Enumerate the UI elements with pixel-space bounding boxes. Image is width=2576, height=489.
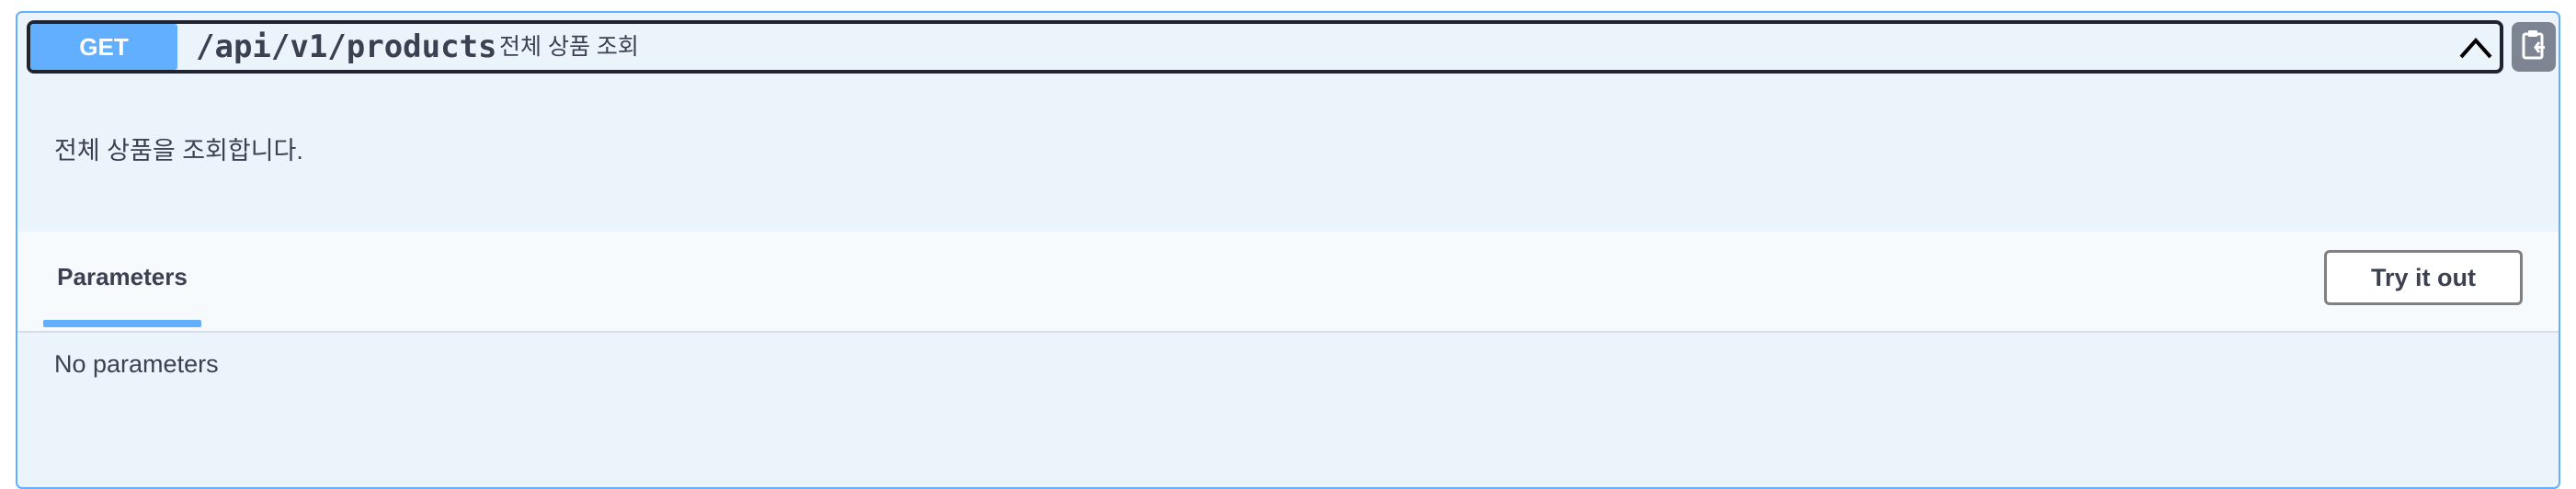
http-method-badge: GET bbox=[30, 24, 177, 70]
endpoint-description: 전체 상품을 조회합니다. bbox=[54, 137, 303, 165]
endpoint-summary: 전체 상품 조회 bbox=[499, 34, 639, 60]
tab-parameters[interactable]: Parameters bbox=[43, 232, 201, 322]
endpoint-path: /api/v1/products bbox=[196, 28, 497, 65]
chevron-up-icon[interactable] bbox=[2459, 33, 2492, 61]
copy-to-clipboard-button[interactable] bbox=[2512, 22, 2556, 72]
no-parameters-message: No parameters bbox=[54, 350, 219, 378]
active-tab-indicator bbox=[43, 320, 201, 327]
try-it-out-button[interactable]: Try it out bbox=[2324, 250, 2523, 305]
operation-summary-bar[interactable]: GET /api/v1/products 전체 상품 조회 bbox=[27, 20, 2503, 74]
clipboard-copy-icon bbox=[2522, 30, 2545, 60]
operation-block: GET /api/v1/products 전체 상품 조회 전체 상품을 조회합… bbox=[16, 11, 2560, 489]
parameters-section-header: Parameters Try it out bbox=[17, 232, 2559, 333]
